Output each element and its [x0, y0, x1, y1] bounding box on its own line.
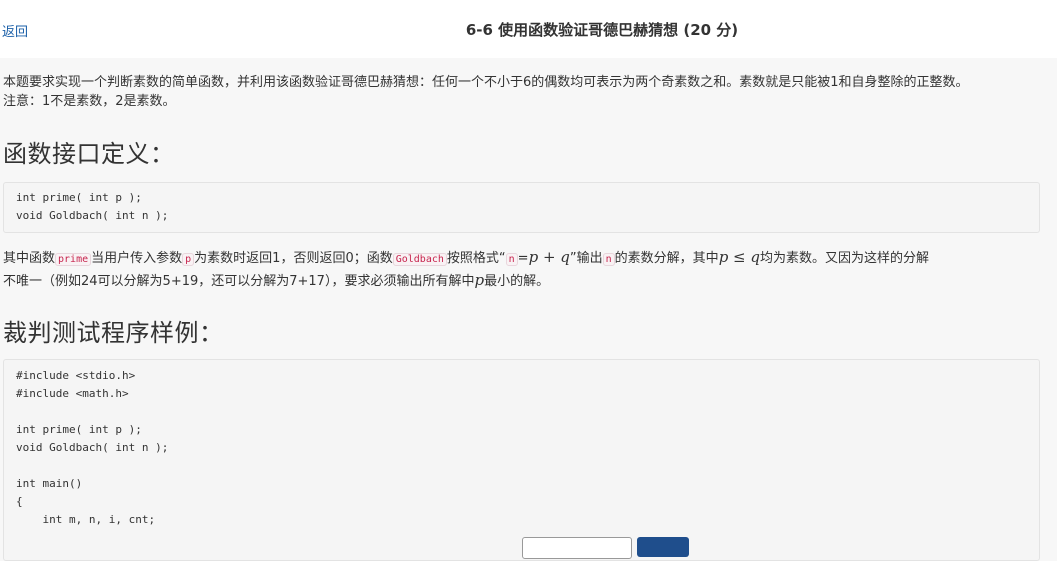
math-p-le-q: p ≤ q [718, 248, 760, 266]
description-line-2: 不唯一（例如24可以分解为5+19，还可以分解为7+17），要求必须输出所有解中… [3, 271, 1048, 291]
code-p: p [182, 253, 195, 266]
code-prime: prime [55, 253, 92, 266]
bottom-action-bar [0, 537, 1057, 559]
interface-code-block: int prime( int p ); void Goldbach( int n… [3, 182, 1040, 233]
math-p-plus-q: p + q [528, 248, 570, 266]
sample-code: #include <stdio.h> #include <math.h> int… [16, 369, 169, 526]
description-paragraph: 其中函数 prime 当用户传入参数 p 为素数时返回1，否则返回0；函数 Goldbac… [3, 248, 1048, 291]
secondary-button[interactable] [522, 537, 632, 559]
desc-text: = [517, 251, 529, 266]
interface-code: int prime( int p ); void Goldbach( int n… [16, 191, 169, 222]
intro-line-2: 注意：1不是素数，2是素数。 [3, 94, 176, 109]
page-title: 6-6 使用函数验证哥德巴赫猜想 (20 分) [465, 21, 739, 39]
desc-text: ”输出 [569, 251, 603, 266]
primary-button[interactable] [637, 537, 689, 557]
desc-text: 均为素数。又因为这样的分解 [760, 251, 930, 266]
code-n: n [602, 253, 615, 266]
desc-text: 的素数分解，其中 [614, 251, 719, 266]
desc-text: 按照格式“ [446, 251, 506, 266]
intro-paragraph: 本题要求实现一个判断素数的简单函数，并利用该函数验证哥德巴赫猜想：任何一个不小于… [3, 73, 1048, 111]
code-goldbach: Goldbach [392, 253, 447, 266]
sample-heading: 裁判测试程序样例： [3, 319, 224, 347]
math-p: p [474, 271, 485, 289]
interface-heading: 函数接口定义： [3, 140, 175, 168]
desc-text: 其中函数 [3, 251, 56, 266]
desc-text: 当用户传入参数 [91, 251, 183, 266]
intro-line-1: 本题要求实现一个判断素数的简单函数，并利用该函数验证哥德巴赫猜想：任何一个不小于… [3, 75, 969, 90]
top-bar: 返回 6-6 使用函数验证哥德巴赫猜想 (20 分) [0, 0, 1057, 58]
desc-text: 为素数时返回1，否则返回0；函数 [194, 251, 393, 266]
description-line-1: 其中函数 prime 当用户传入参数 p 为素数时返回1，否则返回0；函数 Goldbac… [3, 248, 1048, 269]
desc-text: 不唯一（例如24可以分解为5+19，还可以分解为7+17），要求必须输出所有解中 [3, 274, 475, 289]
sample-code-block: #include <stdio.h> #include <math.h> int… [3, 359, 1040, 561]
code-n: n [505, 253, 518, 266]
desc-text: 最小的解。 [484, 274, 550, 289]
